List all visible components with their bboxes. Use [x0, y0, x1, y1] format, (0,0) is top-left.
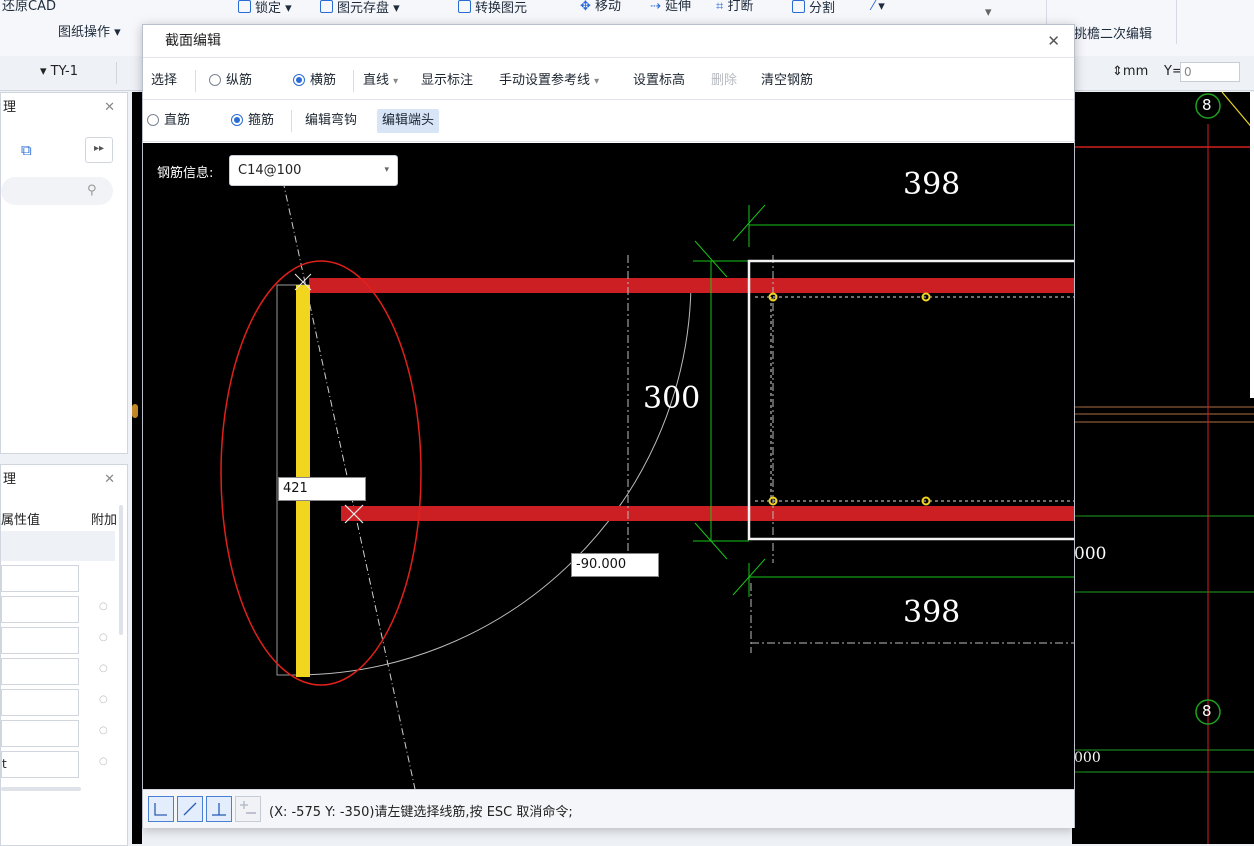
property-field[interactable]	[1, 565, 79, 592]
dimension-bottom: 398	[903, 595, 961, 630]
toggle-dot[interactable]: ○	[99, 663, 108, 674]
toggle-dot[interactable]: ○	[99, 632, 108, 643]
radio-selected-icon	[231, 114, 243, 126]
lock-button[interactable]: 锁定 ▾	[238, 0, 292, 16]
left-panel-bottom: 理 ✕ 属性值 附加 t ○ ○ ○ ○ ○ ○	[0, 464, 128, 846]
dimension-height: 300	[643, 381, 701, 416]
close-icon[interactable]: ✕	[1047, 25, 1060, 57]
more-tools-dropdown[interactable]: ⁄ ▾	[872, 0, 885, 16]
property-field[interactable]: t	[1, 751, 79, 778]
perpendicular-snap-button[interactable]	[206, 796, 232, 822]
search-icon: ⚲	[87, 183, 97, 198]
select-button[interactable]: 选择	[151, 63, 177, 99]
cad-canvas-left-strip	[132, 92, 142, 844]
move-icon: ✥	[580, 0, 591, 14]
ortho-snap-button[interactable]	[148, 796, 174, 822]
toolbar-separator	[353, 70, 354, 92]
property-field[interactable]	[1, 689, 79, 716]
toggle-dot[interactable]: ○	[99, 694, 108, 705]
line-type-dropdown[interactable]: 直线 ▾	[363, 63, 398, 99]
dimension-text: 000	[1074, 544, 1107, 564]
split-icon	[792, 0, 805, 13]
lock-icon	[238, 0, 251, 13]
radio-stirrup[interactable]: 箍筋	[231, 101, 274, 141]
ribbon-divider	[1176, 0, 1177, 44]
move-button[interactable]: ✥ 移动	[580, 0, 621, 16]
horizontal-scrollbar[interactable]	[1, 787, 81, 791]
toggle-dot[interactable]: ○	[99, 756, 108, 767]
dimension-text: 000	[1074, 750, 1101, 766]
radio-transverse[interactable]: 横筋	[293, 63, 336, 99]
toolbar-separator	[291, 110, 292, 132]
line-snap-button[interactable]	[177, 796, 203, 822]
chevron-down-icon: ▾	[384, 165, 389, 175]
save-element-button[interactable]: 图元存盘 ▾	[320, 0, 400, 16]
break-button[interactable]: ⌗ 打断	[716, 0, 753, 16]
radio-straight[interactable]: 直筋	[147, 101, 190, 141]
axis-label-bottom: 8	[1202, 702, 1212, 720]
extend-icon: ⇢	[650, 0, 661, 14]
angle-input[interactable]: -90.000	[571, 553, 659, 577]
radio-icon	[147, 114, 159, 126]
dimension-top: 398	[903, 167, 961, 202]
radio-selected-icon	[293, 74, 305, 86]
clear-rebar-button[interactable]: 清空钢筋	[761, 63, 813, 99]
rebar-info-select[interactable]: C14@100 ▾	[229, 155, 398, 186]
property-group-row	[1, 531, 115, 561]
toolbar-divider	[116, 62, 137, 84]
property-field[interactable]	[1, 627, 79, 654]
convert-icon	[458, 0, 471, 13]
unit-spinner[interactable]: ⇕mm	[1112, 64, 1148, 79]
break-icon: ⌗	[716, 0, 724, 14]
close-icon[interactable]: ✕	[104, 465, 115, 495]
rebar-info-value: C14@100	[238, 163, 302, 178]
property-field[interactable]	[1, 596, 79, 623]
cad-marker	[132, 404, 138, 418]
left-panel-top: 理 ✕ ⧉ ▸▸ ⚲	[0, 92, 128, 454]
length-input[interactable]: 421	[278, 477, 366, 501]
curve-icon: ⁄	[872, 0, 875, 14]
y-coordinate-input[interactable]	[1180, 62, 1240, 82]
edit-hook-button[interactable]: 编辑弯钩	[305, 101, 357, 141]
toolbar-separator	[195, 70, 196, 92]
scrollbar[interactable]	[119, 505, 123, 635]
show-marks-button[interactable]: 显示标注	[421, 63, 473, 99]
property-field[interactable]	[1, 720, 79, 747]
manual-ref-line-dropdown[interactable]: 手动设置参考线 ▾	[499, 63, 599, 99]
edit-end-button[interactable]: 编辑端头	[377, 109, 440, 133]
convert-element-button[interactable]: 转换图元	[458, 0, 527, 16]
split-button[interactable]: 分割	[792, 0, 835, 16]
section-canvas[interactable]: 钢筋信息: C14@100 ▾ 398 300 398 421 -90.000	[143, 143, 1074, 789]
property-field[interactable]	[1, 658, 79, 685]
restore-cad-button[interactable]: 还原CAD	[2, 0, 56, 16]
ribbon-expand-icon[interactable]: ▾	[985, 6, 992, 22]
extend-button[interactable]: ⇢ 延伸	[650, 0, 691, 16]
col-header-value: 属性值	[1, 513, 41, 528]
dialog-titlebar: 截面编辑 ✕	[143, 25, 1074, 58]
radio-icon	[209, 74, 221, 86]
dialog-title: 截面编辑	[165, 33, 221, 49]
radio-longitudinal[interactable]: 纵筋	[209, 63, 252, 99]
col-header-extra: 附加	[91, 513, 118, 528]
toggle-dot[interactable]: ○	[99, 725, 108, 736]
drawing-ops-dropdown[interactable]: 图纸操作 ▾	[58, 26, 121, 42]
close-icon[interactable]: ✕	[104, 93, 115, 123]
axis-label-top: 8	[1202, 96, 1212, 114]
rebar-info-label: 钢筋信息:	[157, 166, 214, 181]
toggle-dot[interactable]: ○	[99, 601, 108, 612]
secondary-edit-button[interactable]: 挑檐二次编辑	[1074, 28, 1152, 44]
section-edit-dialog: 截面编辑 ✕ 选择 纵筋 横筋 直线 ▾ 显示标注 手动设置参考线 ▾ 设置标高…	[142, 24, 1075, 828]
save-element-icon	[320, 0, 333, 13]
status-bar: (X: -575 Y: -350)请左键选择线筋,按 ESC 取消命令;	[143, 789, 1074, 828]
status-message: (X: -575 Y: -350)请左键选择线筋,按 ESC 取消命令;	[269, 805, 573, 820]
offset-snap-button[interactable]	[235, 796, 261, 822]
toolbar-secondary: 直筋 箍筋 编辑弯钩 编辑端头	[143, 101, 1074, 142]
layer-dropdown[interactable]: ▾ TY-1	[40, 64, 78, 79]
expand-button[interactable]: ▸▸	[85, 137, 113, 163]
set-elevation-button[interactable]: 设置标高	[633, 63, 685, 99]
copy-icon[interactable]: ⧉	[21, 141, 32, 159]
toolbar-primary: 选择 纵筋 横筋 直线 ▾ 显示标注 手动设置参考线 ▾ 设置标高 删除 清空钢…	[143, 63, 1074, 100]
cad-canvas-right: 8 8 000 000	[1072, 92, 1254, 844]
delete-button[interactable]: 删除	[711, 63, 737, 99]
